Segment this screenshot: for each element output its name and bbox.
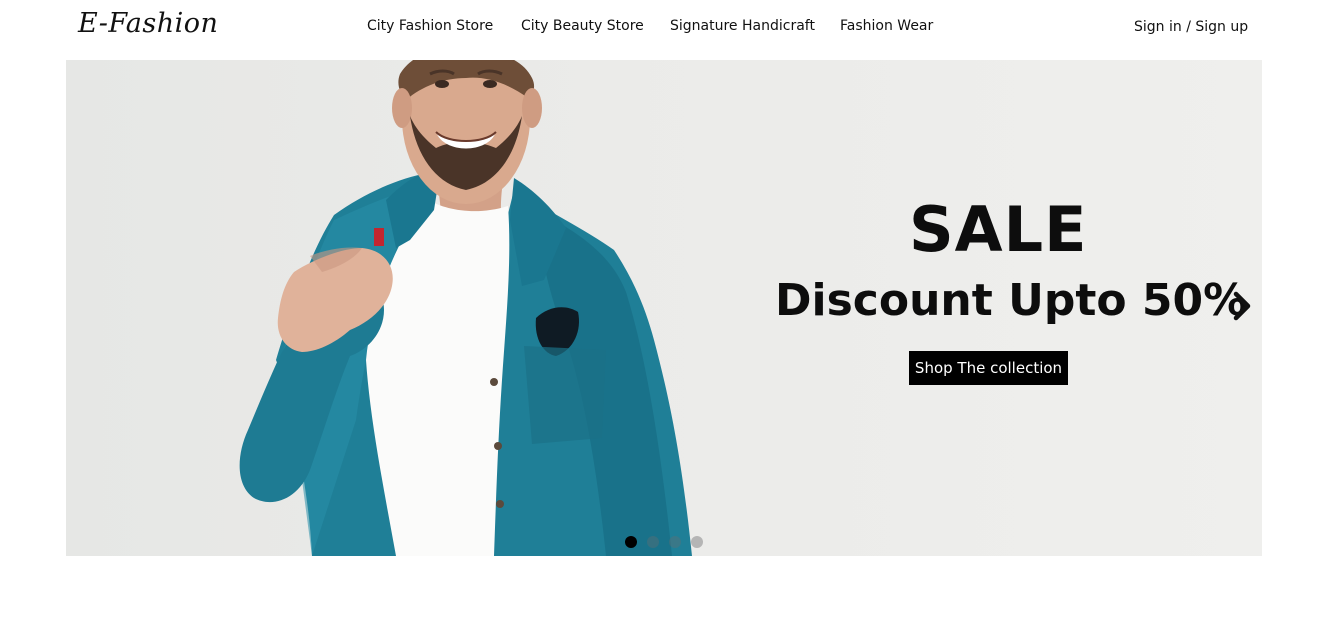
carousel-dot-4[interactable] bbox=[691, 536, 703, 548]
nav-link-city-beauty-store[interactable]: City Beauty Store bbox=[521, 18, 644, 34]
carousel-dot-3[interactable] bbox=[669, 536, 681, 548]
page: E-Fashion City Fashion Store City Beauty… bbox=[0, 0, 1323, 622]
shop-collection-button[interactable]: Shop The collection bbox=[909, 351, 1068, 385]
sign-in-link[interactable]: Sign in / Sign up bbox=[1134, 19, 1248, 35]
logo[interactable]: E-Fashion bbox=[78, 8, 218, 39]
hero-carousel: SALE Discount Upto 50% Shop The collecti… bbox=[66, 60, 1262, 556]
nav-link-signature-handicraft[interactable]: Signature Handicraft bbox=[670, 18, 815, 34]
site-header: E-Fashion City Fashion Store City Beauty… bbox=[0, 0, 1323, 60]
nav-link-fashion-wear[interactable]: Fashion Wear bbox=[840, 18, 933, 34]
hero-headline: SALE bbox=[909, 193, 1088, 266]
carousel-dot-2[interactable] bbox=[647, 536, 659, 548]
chevron-right-icon[interactable] bbox=[1228, 286, 1258, 326]
hero-subheadline: Discount Upto 50% bbox=[775, 275, 1248, 326]
carousel-dot-1[interactable] bbox=[625, 536, 637, 548]
carousel-dots bbox=[625, 536, 715, 550]
nav-link-city-fashion-store[interactable]: City Fashion Store bbox=[367, 18, 493, 34]
